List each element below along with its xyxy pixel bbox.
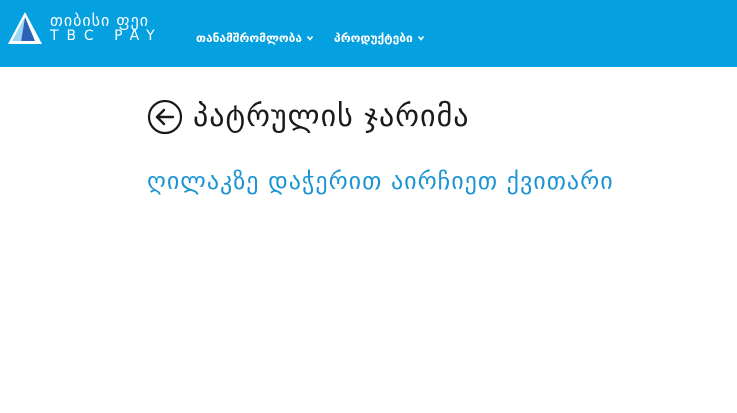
main-nav: თანამშრომლობა პროდუქტები bbox=[196, 31, 425, 45]
chevron-down-icon bbox=[306, 35, 314, 41]
page-title: პატრულის ჯარიმა bbox=[193, 99, 470, 134]
select-receipt-link[interactable]: ღილაკზე დაჭერით აირჩიეთ ქვითარი bbox=[147, 165, 614, 197]
chevron-down-icon bbox=[417, 35, 424, 41]
brand-name-georgian: თიბისი ფეი bbox=[50, 11, 149, 30]
arrow-left-circle-icon[interactable] bbox=[147, 99, 183, 135]
nav-item-label: პროდუქტები bbox=[334, 31, 413, 45]
nav-item-cooperation[interactable]: თანამშრომლობა bbox=[196, 31, 314, 45]
top-navbar: თიბისი ფეი TBC PAY თანამშრომლობა პროდუქტ… bbox=[0, 0, 737, 67]
page-heading: პატრულის ჯარიმა bbox=[147, 99, 470, 135]
brand-name[interactable]: თიბისი ფეი TBC PAY bbox=[50, 12, 163, 44]
brand-name-latin: TBC PAY bbox=[50, 28, 163, 44]
nav-item-products[interactable]: პროდუქტები bbox=[334, 31, 425, 45]
nav-item-label: თანამშრომლობა bbox=[196, 31, 303, 45]
tbc-logo-icon[interactable] bbox=[7, 11, 43, 45]
